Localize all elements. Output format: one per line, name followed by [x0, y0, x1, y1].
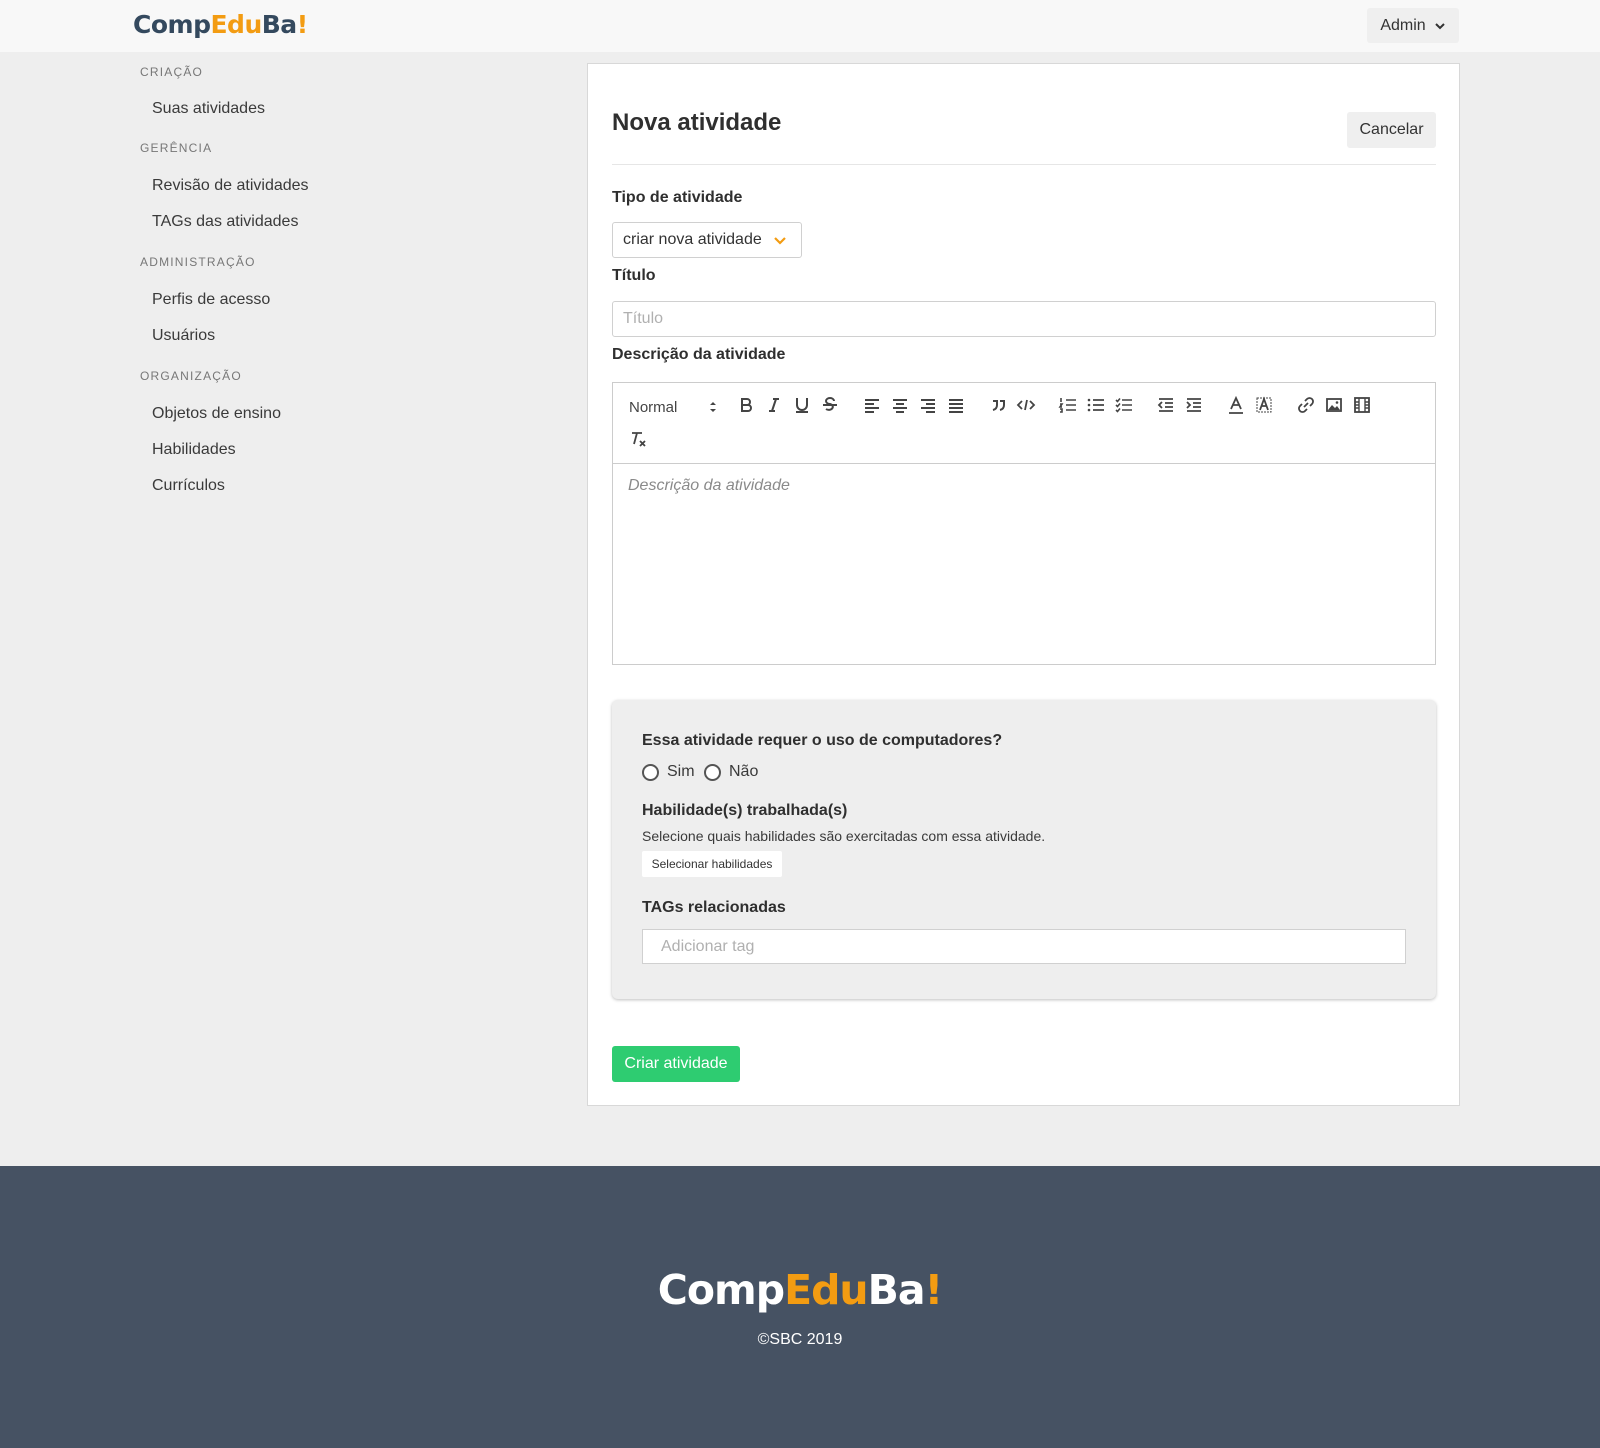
header-format-value: Normal — [629, 398, 678, 416]
sidebar-section-title: ORGANIZAÇÃO — [140, 369, 242, 383]
video-icon[interactable] — [1351, 394, 1373, 416]
link-icon[interactable] — [1295, 394, 1317, 416]
outdent-icon[interactable] — [1155, 394, 1177, 416]
rich-text-editor: Normal Descrição da atividade — [612, 382, 1436, 665]
brand-logo-part: Comp — [657, 1266, 785, 1314]
radio-label: Não — [729, 763, 759, 780]
editor-content[interactable]: Descrição da atividade — [628, 477, 790, 495]
radio-circle — [704, 763, 721, 781]
brand-logo-part: Comp — [133, 10, 211, 39]
activity-type-value: criar nova atividade — [623, 231, 762, 248]
bold-icon[interactable] — [735, 394, 757, 416]
tag-input[interactable] — [642, 929, 1406, 964]
activity-type-label: Tipo de atividade — [612, 189, 743, 206]
footer-logo: CompEduBa! — [0, 1266, 1600, 1314]
brand-logo-part: ! — [924, 1266, 944, 1314]
new-activity-card: Nova atividade Cancelar Tipo de atividad… — [587, 63, 1460, 1106]
sidebar-item-usuarios[interactable]: Usuários — [152, 327, 215, 345]
page-title: Nova atividade — [612, 109, 782, 136]
radio-circle — [642, 763, 659, 781]
activity-type-select[interactable]: criar nova atividade — [612, 222, 802, 258]
radio-sim[interactable]: Sim — [642, 763, 695, 781]
chevron-down-icon — [1434, 22, 1445, 29]
title-input[interactable] — [612, 301, 1436, 337]
italic-icon[interactable] — [763, 394, 785, 416]
brand-logo[interactable]: CompEduBa! — [133, 10, 308, 39]
cancel-button[interactable]: Cancelar — [1347, 112, 1436, 148]
clear-format-icon[interactable] — [627, 428, 649, 450]
sort-arrows-icon — [710, 402, 716, 412]
radio-nao[interactable]: Não — [704, 763, 758, 781]
skills-label: Habilidade(s) trabalhada(s) — [642, 802, 848, 819]
brand-logo-part: Ba — [261, 10, 297, 39]
sidebar-item-tags-atividades[interactable]: TAGs das atividades — [152, 213, 298, 231]
code-icon[interactable] — [1015, 394, 1037, 416]
strike-icon[interactable] — [819, 394, 841, 416]
sidebar-item-habilidades[interactable]: Habilidades — [152, 441, 236, 459]
brand-logo-part: Edu — [210, 10, 262, 39]
chevron-down-icon — [774, 237, 786, 245]
header-format-picker[interactable]: Normal — [629, 395, 724, 419]
editor-toolbar: Normal — [613, 383, 1435, 464]
align-left-icon[interactable] — [861, 394, 883, 416]
sidebar-item-revisao-atividades[interactable]: Revisão de atividades — [152, 177, 309, 195]
background-color-icon[interactable] — [1253, 394, 1275, 416]
sidebar-item-curriculos[interactable]: Currículos — [152, 477, 225, 495]
title-label: Título — [612, 267, 656, 284]
indent-icon[interactable] — [1183, 394, 1205, 416]
copyright-text: ©SBC 2019 — [757, 1331, 843, 1348]
skills-help-text: Selecione quais habilidades são exercita… — [642, 828, 1046, 844]
activity-details-panel: Essa atividade requer o uso de computado… — [612, 700, 1436, 999]
description-label: Descrição da atividade — [612, 346, 786, 363]
user-menu-label: Admin — [1380, 16, 1426, 34]
bullet-list-icon[interactable] — [1085, 394, 1107, 416]
sidebar-item-objetos-ensino[interactable]: Objetos de ensino — [152, 405, 281, 423]
user-menu-button[interactable]: Admin — [1367, 8, 1459, 43]
brand-logo-part: ! — [296, 10, 308, 39]
check-list-icon[interactable] — [1113, 394, 1135, 416]
sidebar-item-perfis-acesso[interactable]: Perfis de acesso — [152, 291, 270, 309]
align-right-icon[interactable] — [917, 394, 939, 416]
tags-label: TAGs relacionadas — [642, 899, 786, 916]
radio-label: Sim — [667, 763, 695, 780]
sidebar-section-title: CRIAÇÃO — [140, 65, 204, 79]
brand-logo-part: Ba — [867, 1266, 926, 1314]
brand-logo-part: Edu — [784, 1266, 869, 1314]
ordered-list-icon[interactable] — [1057, 394, 1079, 416]
divider — [612, 164, 1436, 165]
align-justify-icon[interactable] — [945, 394, 967, 416]
select-skills-button[interactable]: Selecionar habilidades — [642, 851, 782, 877]
blockquote-icon[interactable] — [987, 394, 1009, 416]
sidebar-item-suas-atividades[interactable]: Suas atividades — [152, 100, 265, 118]
image-icon[interactable] — [1323, 394, 1345, 416]
underline-icon[interactable] — [791, 394, 813, 416]
top-navbar: CompEduBa! Admin — [0, 0, 1600, 52]
computer-question: Essa atividade requer o uso de computado… — [642, 732, 1003, 749]
sidebar-section-title: GERÊNCIA — [140, 141, 213, 155]
sidebar-section-title: ADMINISTRAÇÃO — [140, 255, 256, 269]
footer: CompEduBa! ©SBC 2019 — [0, 1166, 1600, 1448]
text-color-icon[interactable] — [1225, 394, 1247, 416]
align-center-icon[interactable] — [889, 394, 911, 416]
create-activity-button[interactable]: Criar atividade — [612, 1046, 740, 1082]
